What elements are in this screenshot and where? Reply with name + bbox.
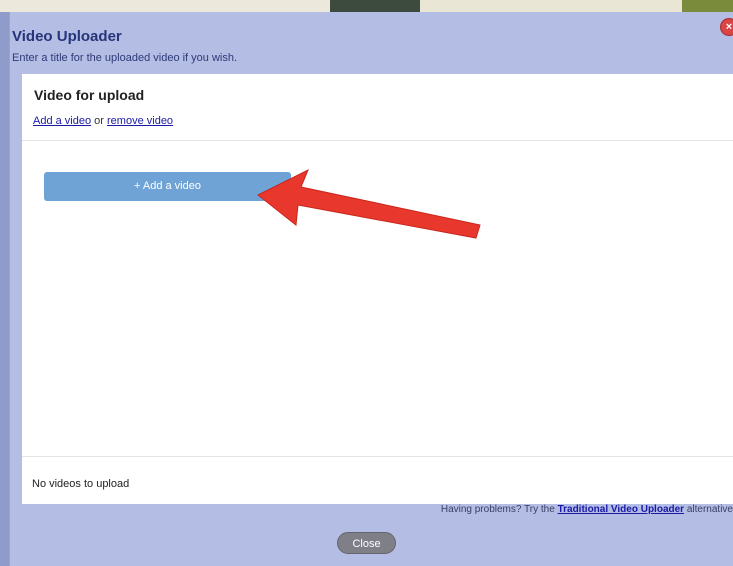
- add-video-link[interactable]: Add a video: [33, 115, 91, 127]
- traditional-uploader-link[interactable]: Traditional Video Uploader: [558, 504, 685, 515]
- help-text: Having problems? Try the Traditional Vid…: [441, 504, 733, 515]
- video-uploader-dialog: Video Uploader Enter a title for the upl…: [9, 12, 733, 566]
- add-video-button[interactable]: + Add a video: [44, 172, 291, 201]
- status-text: No videos to upload: [32, 478, 130, 490]
- dialog-subtitle: Enter a title for the uploaded video if …: [12, 52, 238, 64]
- close-button[interactable]: Close: [337, 532, 396, 554]
- upload-actions: Add a video or remove video: [33, 115, 173, 127]
- close-icon[interactable]: ×: [721, 19, 733, 35]
- upload-status-bar: No videos to upload: [22, 456, 733, 505]
- dialog-title: Video Uploader: [12, 28, 122, 45]
- upload-panel: Video for upload Add a video or remove v…: [22, 74, 733, 504]
- upload-panel-header: Video for upload Add a video or remove v…: [22, 74, 733, 141]
- or-text: or: [91, 115, 108, 127]
- remove-video-link[interactable]: remove video: [107, 115, 173, 127]
- video-for-upload-heading: Video for upload: [34, 87, 145, 103]
- help-prefix: Having problems? Try the: [440, 504, 558, 515]
- help-suffix: alternative: [684, 504, 733, 515]
- background-strip: [0, 0, 733, 12]
